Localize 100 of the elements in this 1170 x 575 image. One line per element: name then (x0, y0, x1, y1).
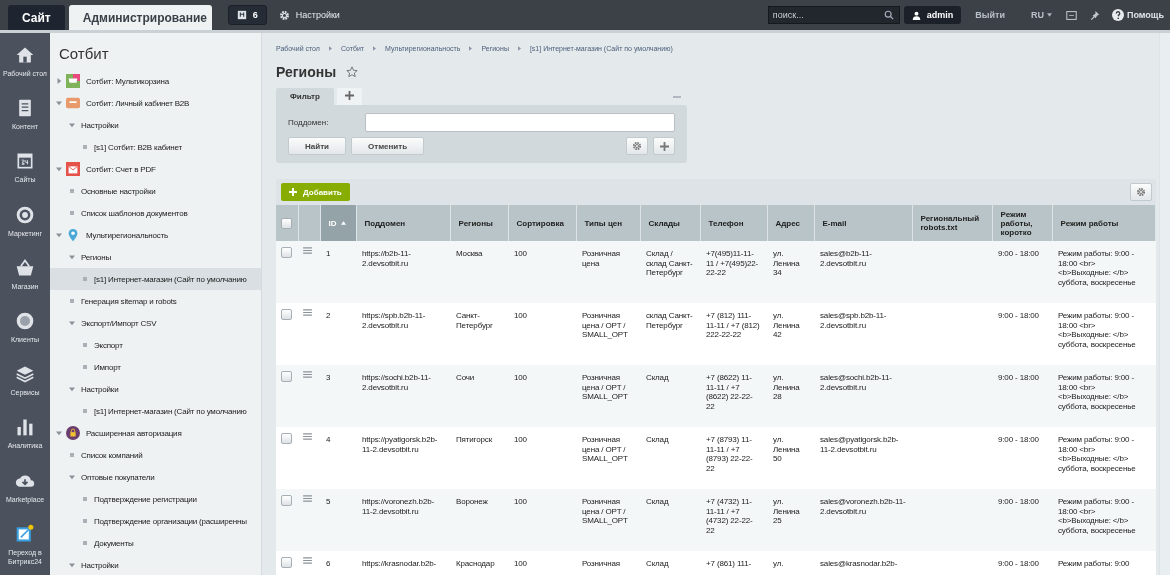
tree-item[interactable]: [s1] Сотбит: B2B кабинет (50, 136, 261, 158)
filter-button[interactable]: Найти (288, 137, 346, 155)
menu-icon[interactable] (303, 247, 312, 254)
help-button[interactable]: Помощь (1112, 9, 1164, 21)
caret-down-icon[interactable] (56, 166, 62, 172)
pin-icon[interactable] (1089, 9, 1100, 21)
table-cell: Розничная цена / OPT / SMALL_OPT (582, 311, 628, 340)
page-title: Регионы (276, 64, 337, 80)
caret-down-icon[interactable] (69, 474, 75, 480)
gear-icon (632, 141, 642, 151)
field-label: Поддомен: (288, 118, 330, 127)
target-icon (15, 204, 35, 225)
caret-down-icon[interactable] (69, 122, 75, 128)
subdomain-input[interactable] (365, 113, 675, 132)
column-header[interactable]: E-mail (814, 205, 912, 241)
menu-icon[interactable] (303, 309, 312, 316)
tree-item[interactable]: Подтверждение организации (расширенны (50, 510, 261, 532)
menu-icon[interactable] (303, 433, 312, 440)
table-cell: Воронеж (456, 497, 488, 506)
caret-down-icon[interactable] (56, 100, 62, 106)
column-header[interactable]: Телефон (700, 205, 767, 241)
table-cell: Режим работы: 9:00 - 18:00 <br> <b>Выходные: </b> суббота, воскресенье (1058, 435, 1136, 473)
tree-item[interactable]: Настройки (50, 378, 261, 400)
bullet-icon (83, 277, 87, 281)
column-header[interactable]: Склады (640, 205, 700, 241)
select-all-checkbox[interactable] (281, 217, 292, 229)
caret-down-icon[interactable] (56, 430, 62, 436)
tree-item[interactable]: Оптовые покупатели (50, 466, 261, 488)
table-cell: ул. Ленина 25 (773, 497, 800, 526)
star-icon[interactable] (346, 66, 359, 78)
table-cell: Москва (456, 249, 483, 258)
row-checkbox[interactable] (281, 309, 292, 320)
tree-item[interactable]: Расширенная авторизация (50, 422, 261, 444)
tree-item[interactable]: Сотбит: Счет в PDF (50, 158, 261, 180)
table-cell: 9:00 - 18:00 (998, 497, 1039, 506)
tree-item[interactable]: Сотбит: Личный кабинет B2B (50, 92, 261, 114)
add-filter-tab[interactable] (336, 88, 362, 105)
settings-button[interactable]: Настройки (278, 9, 340, 21)
language-selector[interactable]: RU (1031, 10, 1052, 20)
tree-item[interactable]: Основные настройки (50, 180, 261, 202)
user-button[interactable]: admin (903, 6, 962, 24)
tree-item[interactable]: Документы (50, 532, 261, 554)
tree-item[interactable]: Список компаний (50, 444, 261, 466)
tree-item[interactable]: Сотбит: Мультикорзина (50, 70, 261, 92)
caret-right-icon[interactable] (56, 78, 62, 84)
tree-item[interactable]: Экспорт/Импорт CSV (50, 312, 261, 334)
table-cell: Краснодар (456, 559, 495, 568)
tree-item[interactable]: Настройки (50, 114, 261, 136)
table-cell: 9:00 - 18:00 (998, 373, 1039, 382)
filter-tab[interactable]: Фильтр (276, 88, 334, 105)
caret-down-icon[interactable] (69, 562, 75, 568)
column-header[interactable]: Регионы (450, 205, 508, 241)
menu-icon[interactable] (303, 495, 312, 502)
plus-icon (344, 91, 354, 100)
sort-ascending-icon (340, 221, 346, 225)
row-checkbox[interactable] (281, 557, 292, 568)
tree-item[interactable]: Список шаблонов документов (50, 202, 261, 224)
menu-icon[interactable] (303, 371, 312, 378)
column-header[interactable]: Адрес (767, 205, 814, 241)
table-cell: ул. Ленина 34 (773, 249, 800, 278)
row-checkbox[interactable] (281, 371, 292, 382)
column-header[interactable]: Типы цен (576, 205, 640, 241)
scrollbar[interactable] (1159, 33, 1170, 575)
caret-down-icon[interactable] (56, 232, 62, 238)
column-header[interactable]: Поддомен (356, 205, 450, 241)
column-header[interactable]: Региональный robots.txt (912, 205, 992, 241)
tree-item[interactable]: Регионы (50, 246, 261, 268)
menu-icon[interactable] (303, 557, 312, 564)
tree-item[interactable]: Настройки (50, 554, 261, 575)
tree-item[interactable]: [s1] Интернет-магазин (Сайт по умолчанию (50, 400, 261, 422)
table-cell: Режим работы: 9:00 - 18:00 <br> <b>Выходные: </b> суббота, воскресенье (1058, 373, 1136, 411)
table-settings-button[interactable] (1130, 183, 1152, 201)
screen-icon[interactable] (1066, 9, 1077, 21)
row-checkbox[interactable] (281, 433, 292, 444)
search-field[interactable]: поиск... (767, 6, 900, 24)
table-cell: Розничная цена / OPT / SMALL_OPT (582, 435, 628, 464)
row-checkbox[interactable] (281, 247, 292, 258)
caret-down-icon[interactable] (69, 320, 75, 326)
logout-link[interactable]: Выйти (975, 10, 1005, 20)
tree-item[interactable]: Импорт (50, 356, 261, 378)
top-tab[interactable]: Сайт (8, 5, 65, 30)
filter-settings-button[interactable] (626, 137, 648, 155)
caret-down-icon[interactable] (69, 386, 75, 392)
filter-button[interactable]: Отменить (351, 137, 425, 155)
table-cell: 100 (514, 249, 527, 258)
column-header[interactable]: Режим работы, коротко (992, 205, 1052, 241)
column-header[interactable]: Сортировка (508, 205, 576, 241)
tree-item[interactable]: Подтверждение регистрации (50, 488, 261, 510)
add-field-button[interactable] (653, 137, 675, 155)
row-checkbox[interactable] (281, 495, 292, 506)
tree-item[interactable]: Мультирегиональность (50, 224, 261, 246)
tree-item[interactable]: Генерация sitemap и robots (50, 290, 261, 312)
tree-item[interactable]: Экспорт (50, 334, 261, 356)
top-tab[interactable]: Администрирование (68, 5, 212, 30)
tree-item[interactable]: [s1] Интернет-магазин (Сайт по умолчанию (50, 268, 261, 290)
table-cell: 100 (514, 497, 527, 506)
column-header[interactable]: Режим работы (1052, 205, 1156, 241)
caret-down-icon[interactable] (69, 254, 75, 260)
minimize-icon[interactable] (673, 95, 681, 98)
notifications-button[interactable]: 6 (227, 5, 267, 25)
